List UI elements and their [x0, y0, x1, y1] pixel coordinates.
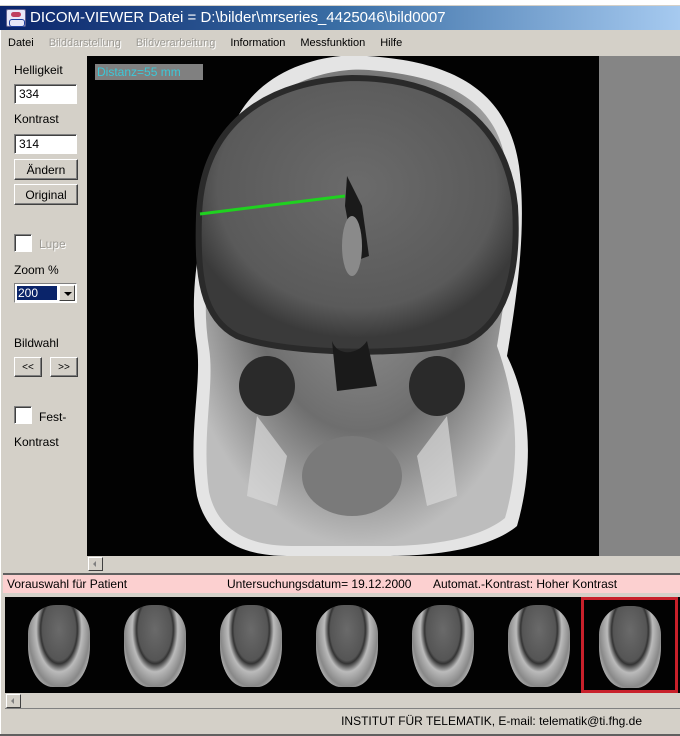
zoom-select[interactable]: 200: [14, 283, 77, 303]
thumbnail-image: [124, 605, 186, 687]
auto-kontrast-text: Automat.-Kontrast: Hoher Kontrast: [433, 577, 618, 591]
thumbnail-5[interactable]: [397, 599, 489, 691]
thumbnail-2[interactable]: [109, 599, 201, 691]
lupe-label: Lupe: [39, 237, 66, 251]
zoom-label: Zoom %: [14, 263, 59, 277]
image-viewport[interactable]: Distanz=55 mm: [87, 56, 680, 556]
menu-bilddarstellung[interactable]: Bilddarstellung: [49, 37, 121, 49]
helligkeit-input[interactable]: [14, 84, 77, 104]
mri-image[interactable]: Distanz=55 mm: [87, 56, 599, 556]
window-title: DICOM-VIEWER Datei = D:\bilder\mrseries_…: [30, 9, 446, 26]
footer: INSTITUT FÜR TELEMATIK, E-mail: telemati…: [0, 710, 680, 734]
scroll-left-icon[interactable]: [88, 557, 103, 571]
helligkeit-label: Helligkeit: [14, 63, 63, 77]
menu-hilfe[interactable]: Hilfe: [380, 37, 402, 49]
thumbnail-4[interactable]: [301, 599, 393, 691]
dicom-viewer-app-icon[interactable]: [6, 9, 26, 27]
mri-slice-drawing: [193, 56, 528, 556]
thumbnail-3[interactable]: [205, 599, 297, 691]
thumbnail-strip: [5, 597, 680, 693]
next-image-button[interactable]: >>: [50, 357, 78, 377]
original-button[interactable]: Original: [14, 184, 78, 205]
control-panel: Helligkeit Kontrast Ändern Original Lupe…: [7, 56, 87, 556]
previous-image-button[interactable]: <<: [14, 357, 42, 377]
menu-information[interactable]: Information: [230, 37, 285, 49]
aendern-button[interactable]: Ändern: [14, 159, 78, 180]
thumbnail-image: [220, 605, 282, 687]
menu-bildverarbeitung[interactable]: Bildverarbeitung: [136, 37, 216, 49]
fest-kontrast-checkbox[interactable]: [14, 406, 32, 424]
thumbnail-6[interactable]: [493, 599, 585, 691]
thumbnail-7-selected[interactable]: [581, 597, 678, 693]
menu-datei[interactable]: Datei: [8, 37, 34, 49]
bildwahl-label: Bildwahl: [14, 336, 59, 350]
vorauswahl-text: Vorauswahl für Patient: [7, 577, 128, 591]
title-bar[interactable]: DICOM-VIEWER Datei = D:\bilder\mrseries_…: [0, 6, 680, 30]
chevron-down-icon[interactable]: [59, 285, 75, 301]
kontrast-label: Kontrast: [14, 112, 59, 126]
thumbnail-image: [316, 605, 378, 687]
window-left-edge: [0, 30, 3, 736]
image-horizontal-scrollbar[interactable]: [87, 556, 680, 572]
kontrast-input[interactable]: [14, 134, 77, 154]
fest-kontrast-label: Kontrast: [14, 435, 59, 449]
institute-text: INSTITUT FÜR TELEMATIK, E-mail: telemati…: [341, 714, 642, 728]
thumbnail-scrollbar[interactable]: [5, 693, 680, 709]
fest-label: Fest-: [39, 410, 67, 424]
thumbnail-image: [598, 606, 661, 688]
thumbnail-1[interactable]: [13, 599, 105, 691]
zoom-select-value: 200: [16, 285, 58, 301]
patient-info-bar: Vorauswahl für Patient Untersuchungsdatu…: [3, 573, 680, 593]
menu-messfunktion[interactable]: Messfunktion: [300, 37, 365, 49]
scroll-left-icon[interactable]: [6, 694, 21, 708]
distance-readout: Distanz=55 mm: [95, 64, 203, 80]
thumbnail-image: [28, 605, 90, 687]
untersuchungsdatum-text: Untersuchungsdatum= 19.12.2000: [227, 577, 412, 591]
thumbnail-image: [508, 605, 570, 687]
thumbnail-image: [412, 605, 474, 687]
lupe-checkbox[interactable]: [14, 234, 32, 252]
menu-bar: Datei Bilddarstellung Bildverarbeitung I…: [0, 32, 680, 54]
